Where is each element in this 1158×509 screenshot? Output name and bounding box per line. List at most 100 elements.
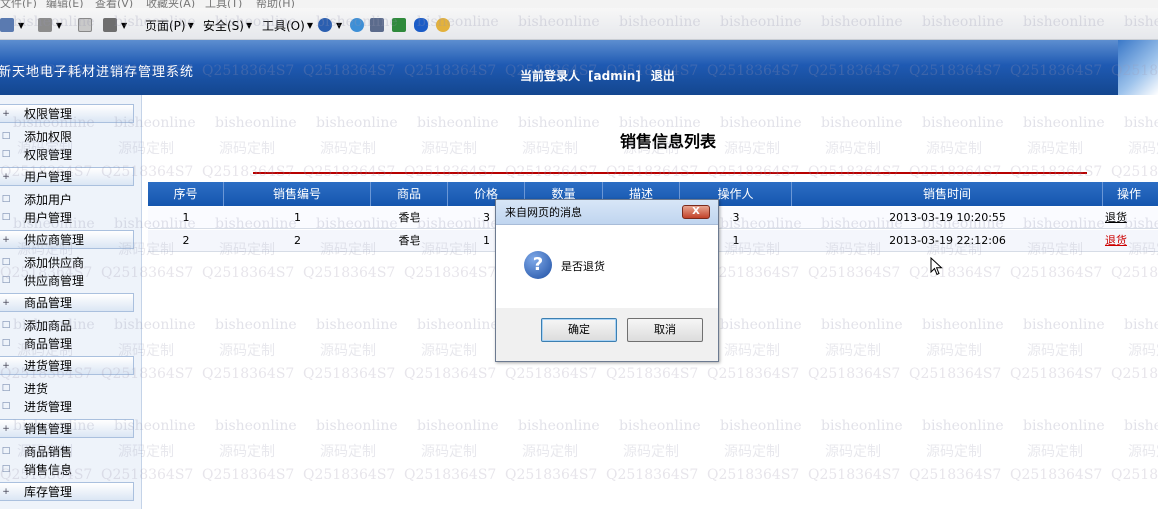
menu-help[interactable]: 帮助(H) [256, 0, 295, 8]
ok-button[interactable]: 确定 [541, 318, 617, 342]
menu-edit[interactable]: 编辑(E) [46, 0, 84, 8]
return-link[interactable]: 退货 [1103, 207, 1158, 229]
item-icon: □ [1, 401, 11, 411]
col-seq: 序号 [148, 182, 224, 206]
dialog-body: ? 是否退货 [496, 225, 718, 308]
sidebar-item-add-supplier[interactable]: □ 添加供应商 [0, 254, 84, 270]
cell-product: 香皂 [398, 211, 421, 224]
item-icon: □ [1, 257, 11, 267]
header-decoration [1118, 40, 1158, 95]
cell-time: 2013-03-19 22:12:06 [889, 234, 1006, 247]
confirm-dialog: 来自网页的消息 X ? 是否退货 确定 取消 [495, 199, 719, 362]
menu-file[interactable]: 文件(F) [0, 0, 37, 8]
menu-view[interactable]: 查看(V) [95, 0, 133, 8]
expand-icon: + [2, 171, 10, 182]
sidebar-item-manage-supplier[interactable]: □ 供应商管理 [0, 272, 84, 288]
research-button[interactable] [370, 16, 386, 34]
login-label: 当前登录人 [520, 69, 581, 83]
col-time: 销售时间 [792, 182, 1103, 206]
sidebar-group-purchase[interactable]: + 进货管理 [0, 356, 134, 375]
page-title: 销售信息列表 [620, 132, 717, 151]
cell-product: 香皂 [398, 234, 421, 247]
login-info: 当前登录人 [admin] 退出 [520, 67, 675, 84]
mouse-cursor-icon [930, 257, 943, 276]
sidebar-group-sales[interactable]: + 销售管理 [0, 419, 134, 438]
printer-icon [103, 18, 117, 32]
sidebar-group-product[interactable]: + 商品管理 [0, 293, 134, 312]
sidebar-item-add-permission[interactable]: □ 添加权限 [0, 128, 72, 144]
sidebar-item-add-product[interactable]: □ 添加商品 [0, 317, 72, 333]
item-icon: □ [1, 338, 11, 348]
cell-seq: 1 [182, 211, 190, 224]
expand-icon: + [2, 108, 10, 119]
question-icon: ? [524, 251, 552, 279]
sidebar-item-manage-permission[interactable]: □ 权限管理 [0, 146, 72, 162]
item-icon: □ [1, 131, 11, 141]
expand-icon: + [2, 423, 10, 434]
item-icon: □ [1, 320, 11, 330]
messenger-button[interactable] [350, 16, 366, 34]
item-icon: □ [1, 383, 11, 393]
excel-button[interactable] [392, 16, 408, 34]
sidebar-item-add-user[interactable]: □ 添加用户 [0, 191, 72, 207]
cell-seq: 2 [182, 234, 190, 247]
sidebar-group-inventory[interactable]: + 库存管理 [0, 482, 134, 501]
item-icon: □ [1, 464, 11, 474]
return-link[interactable]: 退货 [1103, 230, 1158, 252]
item-icon: □ [1, 212, 11, 222]
logout-link[interactable]: 退出 [651, 69, 675, 83]
tools-menu-button[interactable]: 工具(O) ▼ [262, 16, 313, 34]
mail-button[interactable] [78, 16, 94, 34]
cell-time: 2013-03-19 10:20:55 [889, 211, 1006, 224]
sidebar-item-purchase[interactable]: □ 进货 [0, 380, 48, 396]
menu-tools[interactable]: 工具(T) [205, 0, 242, 8]
dialog-close-button[interactable]: X [682, 205, 710, 219]
expand-icon: + [2, 486, 10, 497]
sidebar-item-manage-product[interactable]: □ 商品管理 [0, 335, 72, 351]
sidebar: + 权限管理 □ 添加权限 □ 权限管理 + 用户管理 □ 添加用户 □ 用户管理 + 供应商… [0, 95, 142, 509]
title-divider [253, 172, 1087, 174]
feeds-button[interactable]: ▼ [38, 16, 62, 34]
sidebar-item-sales-info[interactable]: □ 销售信息 [0, 461, 72, 477]
cancel-button[interactable]: 取消 [627, 318, 703, 342]
app-header: 新天地电子耗材进销存管理系统 当前登录人 [admin] 退出 [0, 40, 1158, 95]
item-icon: □ [1, 194, 11, 204]
help-button[interactable]: ▼ [318, 16, 342, 34]
bluetooth-icon [414, 18, 428, 32]
research-icon [370, 18, 384, 32]
cell-sale-no: 1 [294, 211, 301, 224]
sidebar-group-permission[interactable]: + 权限管理 [0, 104, 134, 123]
home-button[interactable]: ▼ [0, 16, 24, 34]
item-icon: □ [1, 275, 11, 285]
dialog-message: 是否退货 [561, 260, 605, 273]
messenger-icon [350, 18, 364, 32]
browser-menu-bar: 文件(F) 编辑(E) 查看(V) 收藏夹(A) 工具(T) 帮助(H) [0, 0, 1158, 8]
home-icon [0, 18, 14, 32]
sidebar-item-manage-user[interactable]: □ 用户管理 [0, 209, 72, 225]
im-button[interactable] [436, 16, 452, 34]
col-product: 商品 [371, 182, 448, 206]
menu-favorites[interactable]: 收藏夹(A) [146, 0, 195, 8]
sidebar-group-supplier[interactable]: + 供应商管理 [0, 230, 134, 249]
col-action: 操作 [1117, 187, 1142, 201]
help-icon [318, 18, 332, 32]
sidebar-item-manage-purchase[interactable]: □ 进货管理 [0, 398, 72, 414]
page-menu-button[interactable]: 页面(P) ▼ [145, 16, 194, 34]
sidebar-item-product-sale[interactable]: □ 商品销售 [0, 443, 72, 459]
print-button[interactable]: ▼ [103, 16, 127, 34]
safety-menu-button[interactable]: 安全(S) ▼ [203, 16, 252, 34]
col-sale-no: 销售编号 [224, 182, 371, 206]
item-icon: □ [1, 149, 11, 159]
mail-icon [78, 18, 92, 32]
contacts-icon [436, 18, 450, 32]
system-title: 新天地电子耗材进销存管理系统 [0, 65, 195, 80]
browser-toolbar: ▼ ▼ ▼ 页面(P) ▼ 安全(S) ▼ 工具(O) ▼ ▼ [0, 8, 1158, 40]
spreadsheet-icon [392, 18, 406, 32]
expand-icon: + [2, 297, 10, 308]
username: [admin] [588, 69, 641, 83]
sidebar-group-users[interactable]: + 用户管理 [0, 167, 134, 186]
item-icon: □ [1, 446, 11, 456]
expand-icon: + [2, 360, 10, 371]
expand-icon: + [2, 234, 10, 245]
bluetooth-button[interactable] [414, 16, 430, 34]
